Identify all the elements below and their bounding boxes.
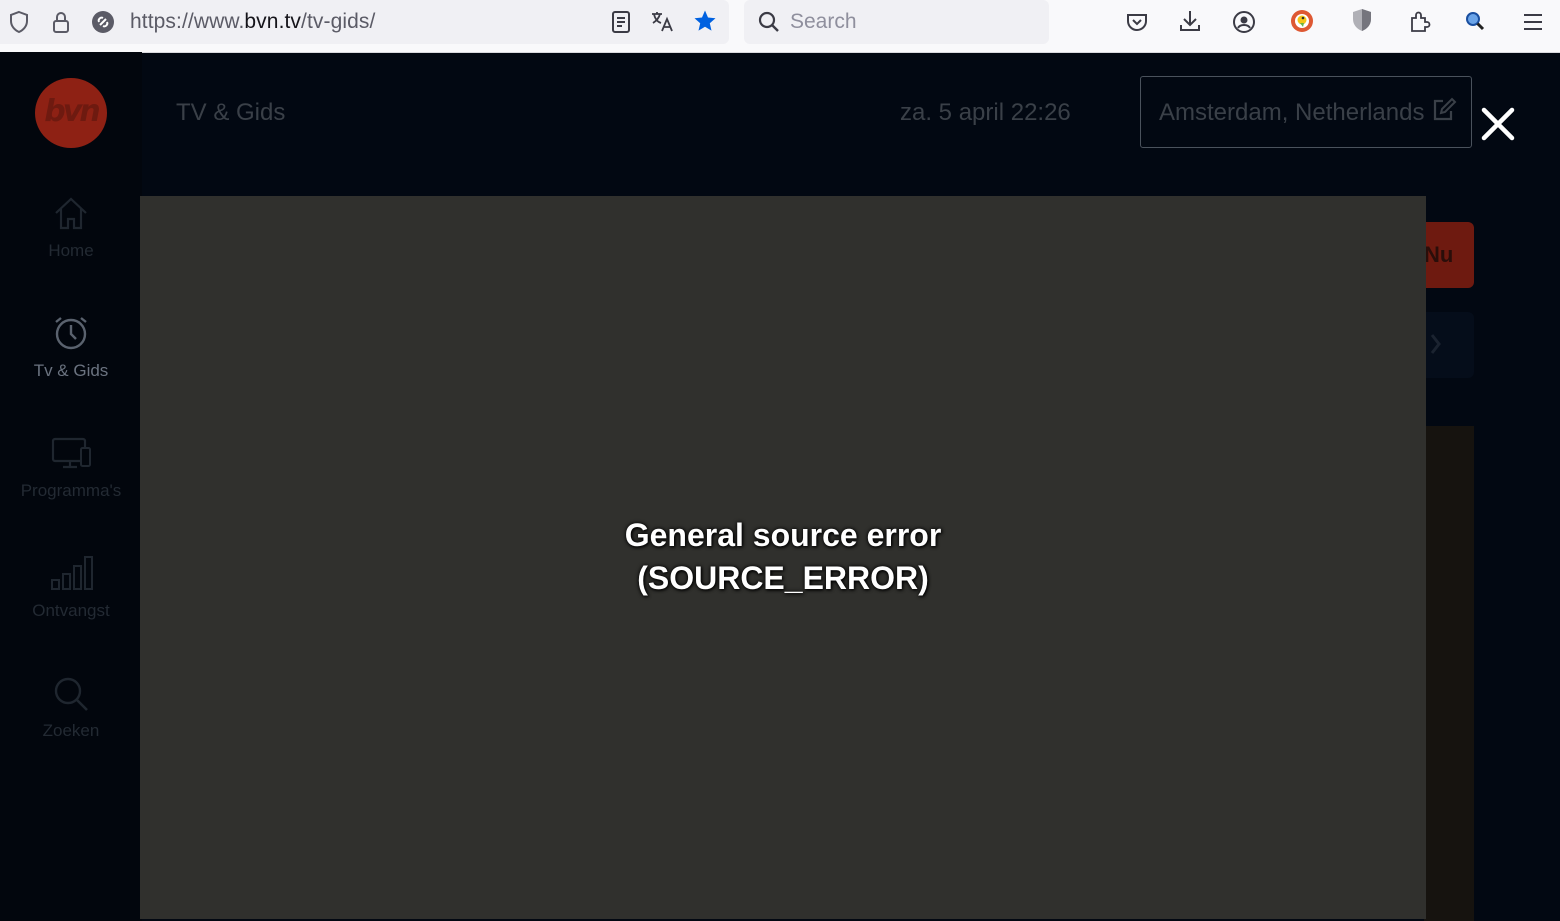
sidebar-item-label: Home	[48, 241, 94, 260]
header-datetime: za. 5 april 22:26	[900, 99, 1071, 126]
duckduckgo-icon[interactable]	[1290, 9, 1314, 33]
edit-icon[interactable]	[1431, 97, 1457, 123]
next-button[interactable]	[1424, 312, 1474, 378]
reader-view-icon[interactable]	[609, 10, 633, 34]
logo-text: bvn	[44, 94, 100, 129]
menu-icon[interactable]	[1521, 10, 1545, 34]
location-text: Amsterdam, Netherlands	[1159, 99, 1425, 126]
close-icon[interactable]	[1480, 106, 1516, 142]
player-error-message: General source error (SOURCE_ERROR)	[140, 514, 1426, 600]
sidebar-item-label: Tv & Gids	[33, 361, 109, 380]
sidebar-item-label: Programma's	[20, 481, 122, 500]
browser-toolbar: https://www.bvn.tv/tv-gids/ Search	[0, 0, 1560, 53]
connection-icon[interactable]	[91, 10, 115, 34]
download-icon[interactable]	[1178, 9, 1202, 33]
shield-icon[interactable]	[7, 10, 31, 34]
search-placeholder: Search	[790, 10, 857, 33]
magnifier-extension-icon[interactable]	[1463, 9, 1487, 33]
now-label: Nu	[1424, 242, 1454, 267]
page-title: TV & Gids	[176, 99, 286, 126]
location-selector[interactable]: Amsterdam, Netherlands	[1140, 76, 1472, 148]
sidebar-item-programmas[interactable]: Programma's	[0, 434, 142, 534]
devices-icon	[51, 434, 91, 474]
sidebar-item-ontvangst[interactable]: Ontvangst	[0, 554, 142, 654]
bvn-logo[interactable]: bvn	[35, 78, 107, 148]
sidebar-item-home[interactable]: Home	[0, 194, 142, 294]
program-panel	[1424, 426, 1474, 921]
sidebar-item-tv-gids[interactable]: Tv & Gids	[0, 314, 142, 414]
search-icon	[757, 10, 781, 34]
signal-bars-icon	[51, 554, 93, 594]
sidebar-item-label: Ontvangst	[32, 601, 110, 620]
lock-icon[interactable]	[49, 10, 73, 34]
home-icon	[51, 194, 91, 234]
extensions-icon[interactable]	[1408, 9, 1432, 33]
pocket-icon[interactable]	[1125, 10, 1149, 34]
bookmark-star-icon[interactable]	[693, 9, 717, 33]
search-icon	[51, 674, 91, 714]
sidebar-item-label: Zoeken	[42, 721, 100, 740]
url-text[interactable]: https://www.bvn.tv/tv-gids/	[130, 10, 375, 34]
privacy-badger-icon[interactable]	[1350, 8, 1374, 32]
error-title: General source error	[624, 517, 942, 553]
clock-icon	[51, 314, 91, 354]
url-bar[interactable]: https://www.bvn.tv/tv-gids/	[0, 0, 729, 44]
error-code: (SOURCE_ERROR)	[637, 560, 929, 596]
video-player[interactable]: General source error (SOURCE_ERROR)	[140, 196, 1426, 919]
account-icon[interactable]	[1232, 10, 1256, 34]
translate-icon[interactable]	[650, 9, 674, 33]
now-button[interactable]: Nu	[1424, 222, 1474, 288]
sidebar-item-zoeken[interactable]: Zoeken	[0, 674, 142, 774]
chevron-right-icon	[1430, 334, 1441, 354]
